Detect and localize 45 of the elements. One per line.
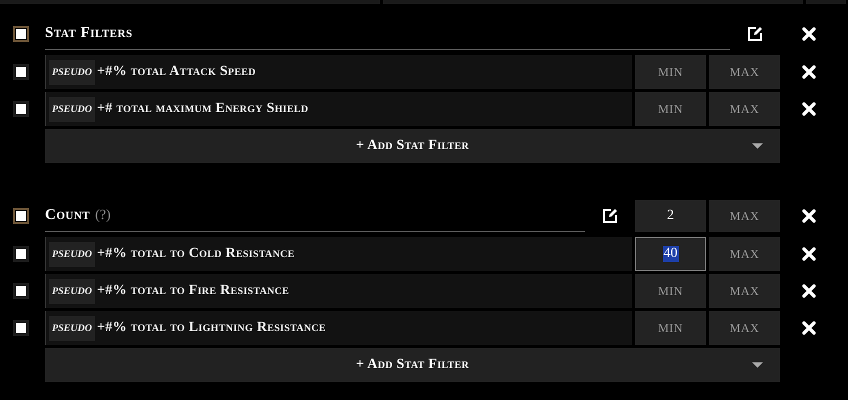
min-field[interactable]: MIN	[635, 92, 706, 126]
edit-icon[interactable]	[602, 208, 618, 224]
close-icon[interactable]	[801, 320, 817, 336]
max-field[interactable]: MAX	[709, 311, 780, 345]
stat-text: +#% total to Fire Resistance	[97, 283, 290, 299]
section-title: Count	[45, 207, 90, 224]
close-icon[interactable]	[801, 246, 817, 262]
caret-icon	[752, 143, 763, 149]
stat-text: +#% total to Lightning Resistance	[97, 320, 326, 336]
pseudo-tag: PSEUDO	[49, 316, 96, 340]
toggle-square[interactable]	[13, 64, 29, 80]
min-field[interactable]: MIN	[635, 274, 706, 308]
pseudo-tag: PSEUDO	[49, 278, 96, 304]
toggle-square[interactable]	[13, 320, 29, 336]
min-field[interactable]: 2	[635, 200, 706, 232]
close-icon[interactable]	[801, 208, 817, 224]
close-icon[interactable]	[801, 283, 817, 299]
min-field[interactable]: MIN	[635, 55, 706, 89]
stat-text: +#% total to Cold Resistance	[97, 246, 295, 262]
toggle-square[interactable]	[13, 246, 29, 262]
max-field[interactable]: MAX	[709, 237, 780, 271]
max-field[interactable]: MAX	[709, 200, 780, 232]
help-hint[interactable]: (?)	[95, 208, 111, 224]
max-field[interactable]: MAX	[709, 55, 780, 89]
toggle-square[interactable]	[13, 283, 29, 299]
caret-icon	[752, 362, 763, 368]
edit-icon[interactable]	[747, 26, 763, 42]
add-stat-filter-button[interactable]: + Add Stat Filter	[45, 348, 780, 382]
toggle-square[interactable]	[13, 26, 29, 42]
min-field[interactable]: MIN	[635, 311, 706, 345]
max-field[interactable]: MAX	[709, 274, 780, 308]
toggle-square[interactable]	[13, 101, 29, 117]
max-field[interactable]: MAX	[709, 92, 780, 126]
pseudo-tag: PSEUDO	[49, 242, 96, 266]
pseudo-tag: PSEUDO	[49, 60, 96, 84]
close-icon[interactable]	[801, 26, 817, 42]
close-icon[interactable]	[801, 64, 817, 80]
stat-text: +# total maximum Energy Shield	[97, 101, 308, 117]
pseudo-tag: PSEUDO	[49, 96, 96, 122]
close-icon[interactable]	[801, 101, 817, 117]
min-field[interactable]: 40	[635, 237, 706, 271]
add-stat-filter-button[interactable]: + Add Stat Filter	[45, 129, 780, 163]
stat-text: +#% total Attack Speed	[97, 64, 256, 80]
toggle-square[interactable]	[13, 208, 29, 224]
section-title: Stat Filters	[45, 25, 133, 42]
